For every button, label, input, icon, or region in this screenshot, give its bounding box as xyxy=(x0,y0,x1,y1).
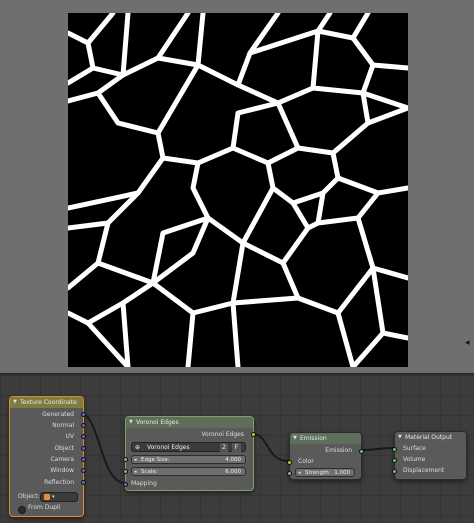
collapse-triangle-icon[interactable]: ▼ xyxy=(293,433,297,444)
dropdown-arrow-icon: ▾ xyxy=(52,494,55,500)
voronoi-edges-texture-preview xyxy=(68,13,408,367)
input-volume-label: Volume xyxy=(403,456,426,463)
output-camera-socket[interactable] xyxy=(81,457,86,462)
output-camera-label: Camera xyxy=(50,456,74,463)
input-scale-socket[interactable] xyxy=(123,469,128,474)
collapse-triangle-icon[interactable]: ▼ xyxy=(13,397,17,408)
output-emission-socket[interactable] xyxy=(359,449,364,454)
node-header[interactable]: ▼ Voronoi Edges xyxy=(126,417,253,428)
scale-field[interactable]: ◂ Scale: 6.000 xyxy=(131,467,246,476)
node-header[interactable]: ▼ Emission xyxy=(290,433,361,444)
node-group-datablock[interactable]: ⊕ Voronoi Edges 2 F xyxy=(131,442,246,452)
output-generated-socket[interactable] xyxy=(81,412,86,417)
edge-size-field[interactable]: ◂ Edge Size: 4.000 xyxy=(131,455,246,464)
object-label: Object: xyxy=(18,493,40,500)
output-generated-label: Generated xyxy=(42,411,74,418)
emission-node[interactable]: ▼ Emission Emission Color ◂ Strength: 1.… xyxy=(287,432,364,480)
node-title: Emission xyxy=(300,435,327,442)
output-reflection-label: Reflection xyxy=(44,479,74,486)
material-output-node[interactable]: ▼ Material Output Surface Volume Displac… xyxy=(392,431,467,480)
strength-label: Strength: xyxy=(305,470,331,476)
from-dupli-label: From Dupli xyxy=(28,504,61,511)
decrement-arrow-icon[interactable]: ◂ xyxy=(134,468,137,476)
texture-coordinate-node[interactable]: ▼ Texture Coordinate Generated Normal UV… xyxy=(9,396,86,517)
strength-value: 1.000 xyxy=(334,470,350,476)
collapse-triangle-icon[interactable]: ▼ xyxy=(398,432,402,443)
input-volume-socket[interactable] xyxy=(392,458,397,463)
voronoi-edges-node[interactable]: ▼ Voronoi Edges Voronoi Edges ⊕ Voronoi … xyxy=(123,416,256,491)
strength-field[interactable]: ◂ Strength: 1.000 xyxy=(295,468,355,477)
input-displacement-socket[interactable] xyxy=(392,469,397,474)
input-displacement-label: Displacement xyxy=(403,467,445,474)
scale-label: Scale: xyxy=(141,469,158,475)
user-count[interactable]: 2 xyxy=(220,443,228,452)
edge-size-value: 4.000 xyxy=(225,457,241,463)
node-title: Voronoi Edges xyxy=(136,419,179,426)
output-emission-label: Emission xyxy=(325,447,352,454)
output-window-socket[interactable] xyxy=(81,468,86,473)
object-selector[interactable]: ▾ xyxy=(40,492,78,502)
output-normal-socket[interactable] xyxy=(81,423,86,428)
decrement-arrow-icon[interactable]: ◂ xyxy=(298,469,301,477)
input-surface-socket[interactable] xyxy=(392,447,397,452)
output-reflection-socket[interactable] xyxy=(81,480,86,485)
node-header[interactable]: ▼ Texture Coordinate xyxy=(10,397,83,408)
fake-user-button[interactable]: F xyxy=(232,443,241,452)
scale-value: 6.000 xyxy=(225,469,241,475)
output-voronoi-edges-label: Voronoi Edges xyxy=(201,431,244,438)
output-uv-socket[interactable] xyxy=(81,434,86,439)
texture-preview-viewport[interactable]: ◂ xyxy=(0,0,474,373)
datablock-name: Voronoi Edges xyxy=(147,444,190,451)
output-object-socket[interactable] xyxy=(81,446,86,451)
input-strength-socket[interactable] xyxy=(287,471,292,476)
color-label: Color xyxy=(298,458,314,465)
input-mapping-socket[interactable] xyxy=(123,482,128,487)
output-uv-label: UV xyxy=(65,433,75,440)
output-window-label: Window xyxy=(50,467,74,474)
region-expand-arrow-icon[interactable]: ◂ xyxy=(465,338,473,348)
output-voronoi-edges-socket[interactable] xyxy=(251,432,256,437)
decrement-arrow-icon[interactable]: ◂ xyxy=(134,456,137,464)
node-title: Texture Coordinate xyxy=(20,399,77,406)
node-header[interactable]: ▼ Material Output xyxy=(395,432,466,443)
node-title: Material Output xyxy=(405,434,453,441)
mapping-label: Mapping xyxy=(131,480,157,487)
collapse-triangle-icon[interactable]: ▼ xyxy=(129,417,133,428)
input-surface-label: Surface xyxy=(403,445,426,452)
from-dupli-checkbox[interactable] xyxy=(18,506,26,514)
object-cube-icon xyxy=(44,494,50,500)
node-tree-icon: ⊕ xyxy=(135,444,141,451)
edge-size-label: Edge Size: xyxy=(141,457,170,463)
input-edge-size-socket[interactable] xyxy=(123,457,128,462)
output-object-label: Object xyxy=(54,445,74,452)
output-normal-label: Normal xyxy=(52,422,74,429)
input-color-socket[interactable] xyxy=(287,460,292,465)
